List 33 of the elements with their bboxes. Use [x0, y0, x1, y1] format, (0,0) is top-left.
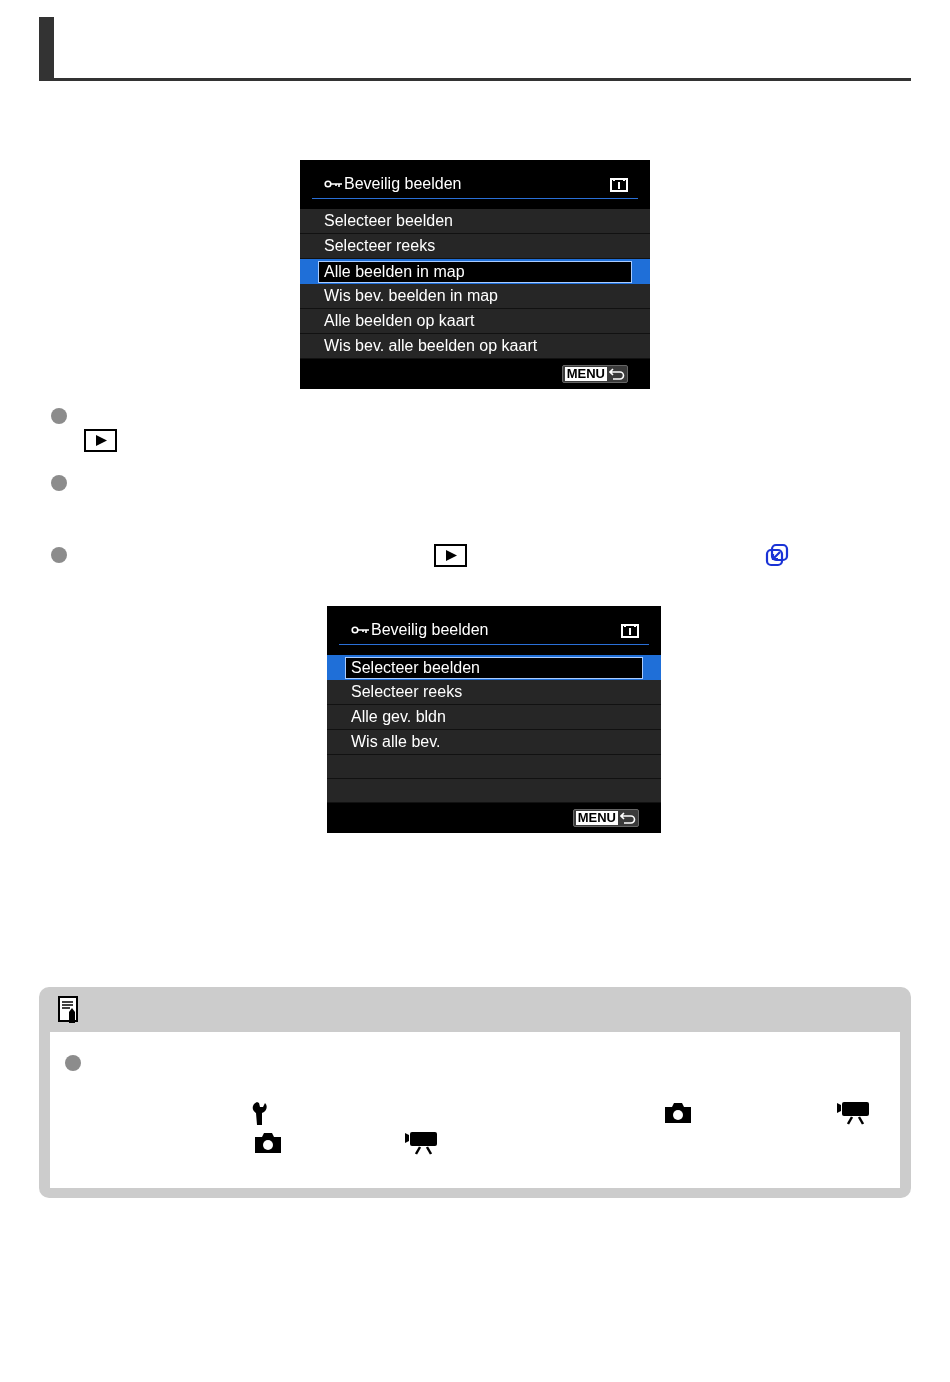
wrench-icon	[251, 1101, 269, 1125]
menu-item[interactable]: Wis alle bev.	[327, 730, 661, 755]
bullet-icon	[51, 475, 67, 491]
menu-back-button[interactable]: MENU	[561, 365, 628, 383]
menu-item[interactable]: Alle beelden in map	[300, 259, 650, 284]
menu-item[interactable]: Selecteer beelden	[300, 209, 650, 234]
link-icon	[765, 542, 789, 567]
key-icon	[351, 626, 370, 634]
camera-icon	[253, 1131, 283, 1155]
return-icon	[609, 368, 625, 380]
menu-title: Beveilig beelden	[344, 174, 462, 194]
menu-item[interactable]: Wis bev. beelden in map	[300, 284, 650, 309]
memory-card-icon	[610, 176, 628, 192]
bullet-icon	[51, 546, 67, 563]
menu-item[interactable]: Selecteer beelden	[327, 655, 661, 680]
bullet-icon	[65, 1055, 81, 1071]
note-icon	[58, 995, 80, 1024]
playback-icon	[434, 544, 467, 567]
menu-back-button[interactable]: MENU	[572, 809, 639, 827]
movie-camera-icon	[837, 1101, 870, 1125]
menu-title: Beveilig beelden	[371, 620, 489, 640]
menu-item[interactable]: Selecteer reeks	[327, 680, 661, 705]
menu-item[interactable]: Alle gev. bldn	[327, 705, 661, 730]
memory-card-icon	[621, 622, 639, 638]
key-icon	[324, 180, 343, 188]
menu-item[interactable]: Wis bev. alle beelden op kaart	[300, 334, 650, 359]
camera-icon	[663, 1101, 693, 1125]
menu-item[interactable]: Selecteer reeks	[300, 234, 650, 259]
menu-item[interactable]: Alle beelden op kaart	[300, 309, 650, 334]
return-icon	[620, 812, 636, 824]
bullet-icon	[51, 408, 67, 424]
playback-icon	[84, 429, 117, 452]
movie-camera-icon	[405, 1131, 438, 1155]
